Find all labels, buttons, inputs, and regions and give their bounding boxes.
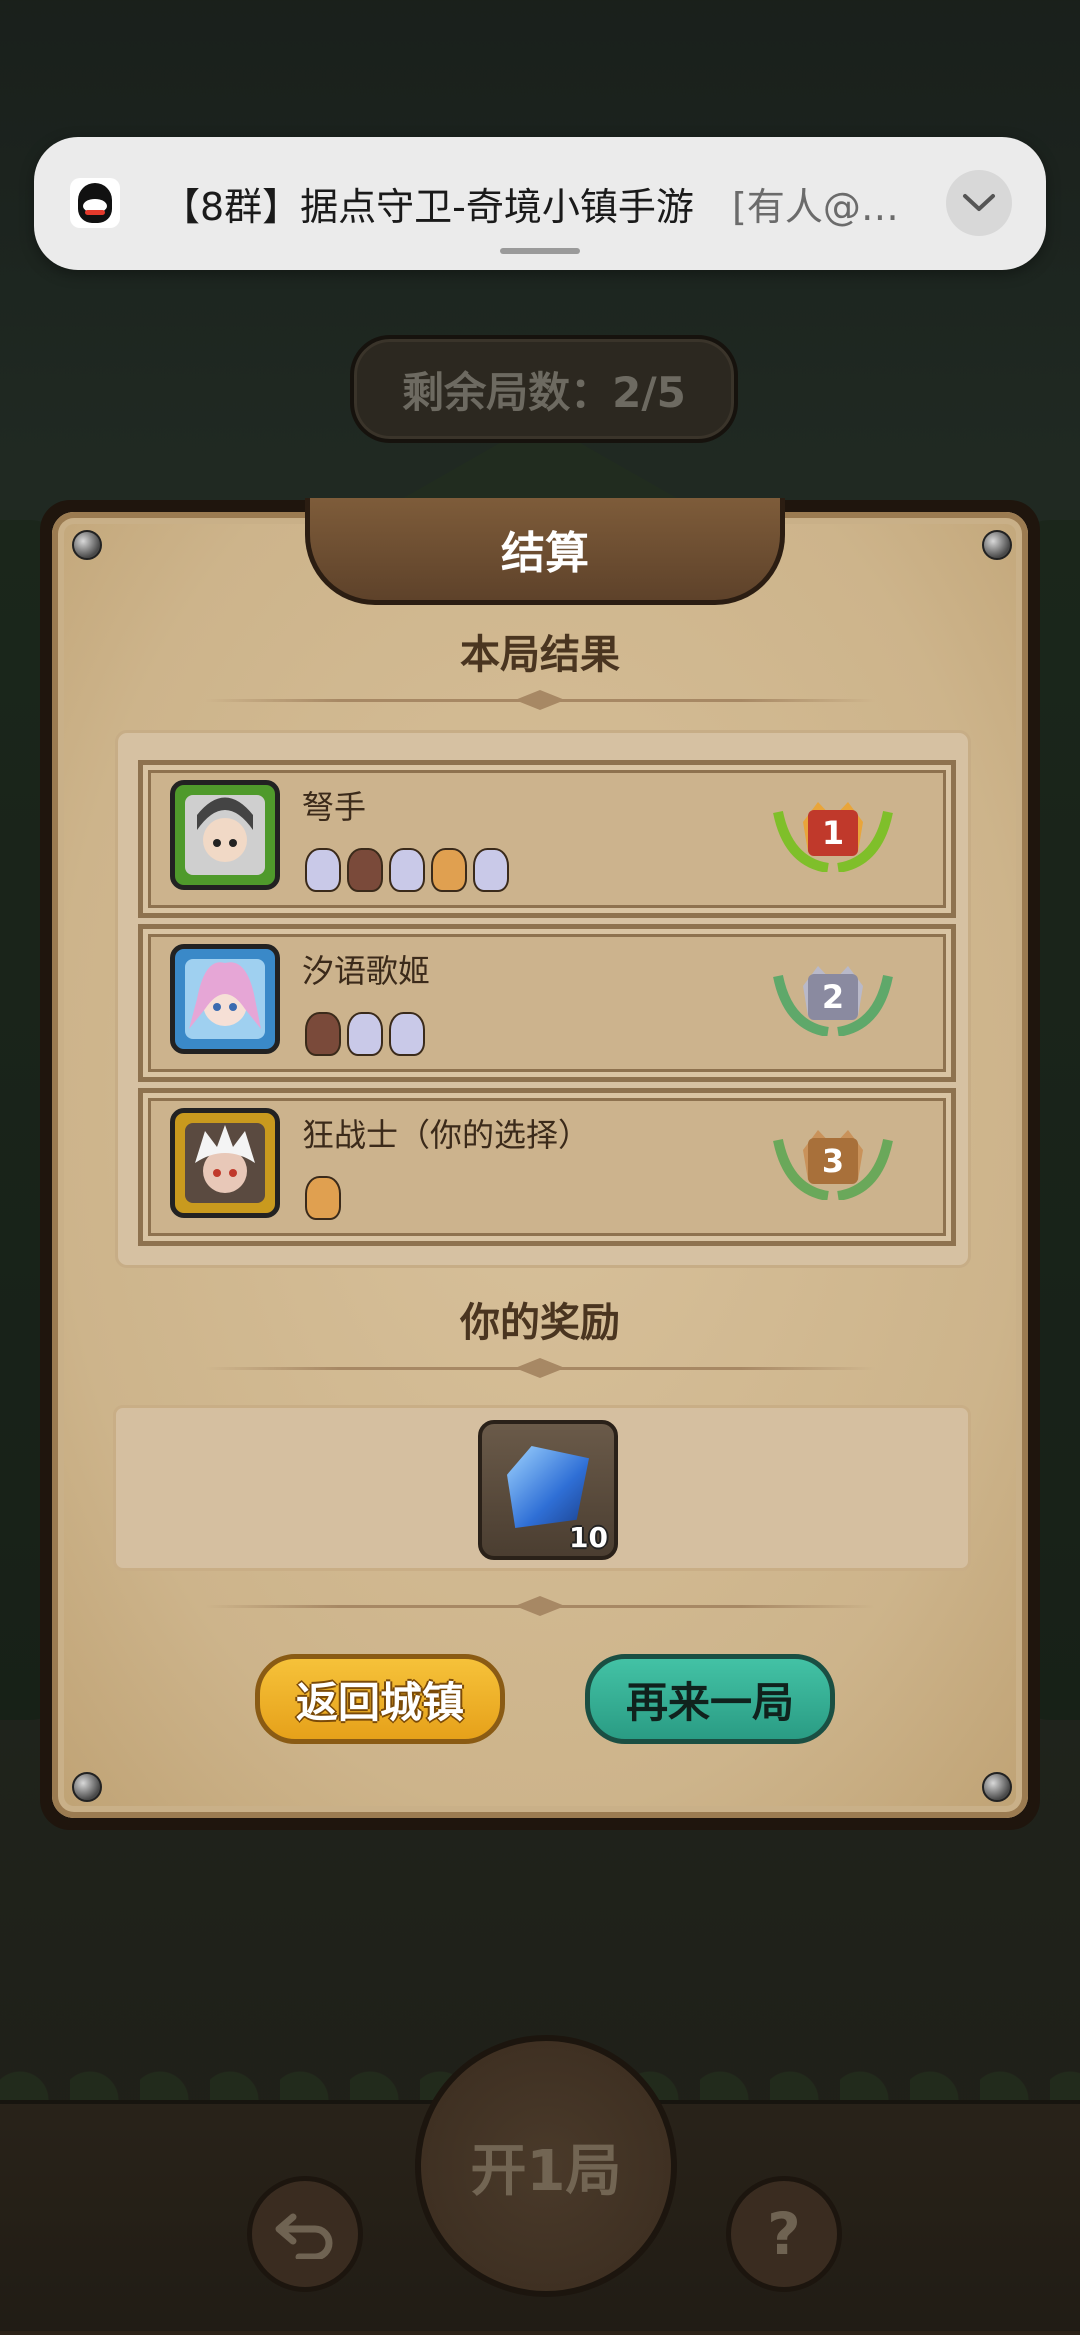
hero-name: 汐语歌姬	[302, 952, 431, 990]
white-wolf-icon	[347, 1012, 383, 1056]
brown-beast-icon	[305, 1012, 341, 1056]
back-button[interactable]	[247, 2176, 363, 2292]
rank-number: 2	[808, 974, 858, 1020]
expand-notification-button[interactable]	[946, 170, 1012, 236]
rank-number: 1	[808, 810, 858, 856]
divider-ornament	[205, 1596, 875, 1616]
chevron-down-icon	[963, 194, 995, 211]
undo-arrow-icon	[275, 2213, 333, 2259]
rank-3-badge: 3	[768, 1120, 898, 1201]
rank-1-badge: 1	[768, 792, 898, 873]
tiger-cub-icon	[305, 1176, 341, 1220]
notification-title: 【8群】据点守卫-奇境小镇手游	[162, 185, 694, 229]
notification-drag-handle[interactable]	[500, 248, 580, 254]
play-again-button[interactable]: 再来一局	[585, 1654, 835, 1744]
return-town-button[interactable]: 返回城镇	[255, 1654, 505, 1744]
dialog-title: 结算	[501, 528, 589, 579]
blue-gem-icon	[507, 1446, 589, 1528]
reward-item[interactable]: 10	[478, 1420, 618, 1560]
results-heading: 本局结果	[460, 632, 620, 678]
white-wolf-icon	[389, 1012, 425, 1056]
rivet-icon	[982, 1772, 1012, 1802]
reward-heading: 你的奖励	[460, 1300, 620, 1346]
tiger-cub-icon	[431, 848, 467, 892]
white-wolf-icon	[305, 848, 341, 892]
rivet-icon	[72, 1772, 102, 1802]
white-wolf-icon	[473, 848, 509, 892]
hero-name: 狂战士（你的选择）	[302, 1116, 591, 1154]
start-round-button[interactable]: 开1局	[415, 2035, 677, 2297]
divider-ornament	[205, 690, 875, 710]
white-wolf-icon	[389, 848, 425, 892]
pet-list	[305, 1176, 341, 1220]
hero-avatar-siren[interactable]	[170, 944, 280, 1054]
pet-list	[305, 1012, 425, 1056]
dialog-title-tab: 结算	[305, 498, 785, 605]
hero-avatar-berserker[interactable]	[170, 1108, 280, 1218]
hero-avatar-crossbowman[interactable]	[170, 780, 280, 890]
pet-list	[305, 848, 509, 892]
rank-2-badge: 2	[768, 956, 898, 1037]
rivet-icon	[72, 530, 102, 560]
notification-preview: [有人@…	[732, 185, 899, 229]
help-button[interactable]: ?	[726, 2176, 842, 2292]
reward-count: 10	[569, 1521, 608, 1554]
rank-number: 3	[808, 1138, 858, 1184]
brown-beast-icon	[347, 848, 383, 892]
rounds-remaining: 剩余局数：2/5	[350, 335, 738, 443]
rivet-icon	[982, 530, 1012, 560]
hero-name: 弩手	[302, 788, 367, 826]
qq-penguin-icon	[70, 178, 120, 228]
divider-ornament	[205, 1358, 875, 1378]
